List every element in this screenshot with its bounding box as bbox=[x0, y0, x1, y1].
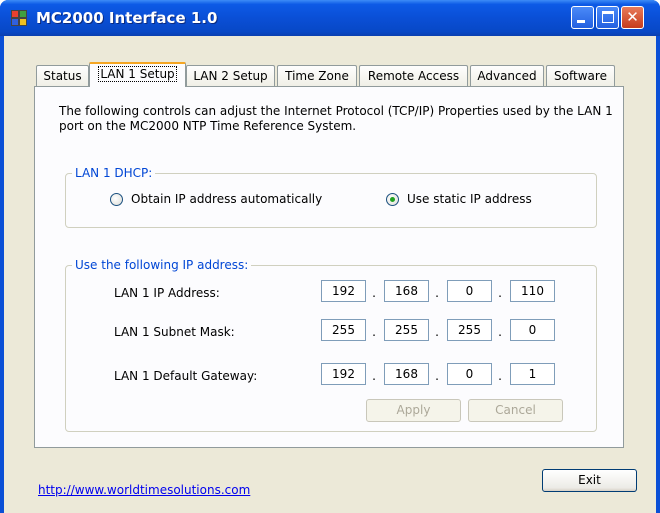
tab-status[interactable]: Status bbox=[36, 65, 89, 86]
static-ip-label: Use static IP address bbox=[407, 192, 532, 206]
ip-separator: . bbox=[372, 286, 376, 300]
ip-separator: . bbox=[498, 286, 502, 300]
ip-address-octet-4[interactable]: 110 bbox=[510, 280, 555, 302]
tab-label: LAN 1 Setup bbox=[98, 66, 177, 82]
ip-separator: . bbox=[372, 325, 376, 339]
ip-address-octet-2[interactable]: 168 bbox=[384, 280, 429, 302]
maximize-icon bbox=[602, 11, 614, 23]
dhcp-group-legend: LAN 1 DHCP: bbox=[72, 166, 156, 180]
tab-panel-lan1: The following controls can adjust the In… bbox=[34, 86, 624, 448]
static-ip-radio[interactable] bbox=[386, 192, 399, 206]
exit-button[interactable]: Exit bbox=[542, 469, 637, 492]
obtain-ip-radio[interactable] bbox=[110, 192, 123, 206]
title-bar[interactable]: MC2000 Interface 1.0 ✕ bbox=[0, 0, 660, 36]
ip-separator: . bbox=[498, 369, 502, 383]
ip-address-label: LAN 1 IP Address: bbox=[114, 286, 220, 300]
gateway-octet-1[interactable]: 192 bbox=[321, 363, 366, 385]
ip-address-octet-1[interactable]: 192 bbox=[321, 280, 366, 302]
ip-separator: . bbox=[498, 325, 502, 339]
ip-separator: . bbox=[435, 286, 439, 300]
app-window: MC2000 Interface 1.0 ✕ Status LAN 1 Setu… bbox=[0, 0, 660, 513]
tab-label: Time Zone bbox=[285, 69, 349, 83]
default-gateway-label: LAN 1 Default Gateway: bbox=[114, 369, 258, 383]
description-text: The following controls can adjust the In… bbox=[59, 104, 613, 133]
ip-separator: . bbox=[372, 369, 376, 383]
subnet-mask-octet-2[interactable]: 255 bbox=[384, 319, 429, 341]
cancel-button[interactable]: Cancel bbox=[468, 399, 563, 422]
dhcp-group: LAN 1 DHCP: Obtain IP address automatica… bbox=[65, 166, 597, 228]
website-link[interactable]: http://www.worldtimesolutions.com bbox=[38, 483, 250, 497]
tab-label: Advanced bbox=[477, 69, 537, 83]
gateway-octet-2[interactable]: 168 bbox=[384, 363, 429, 385]
ip-separator: . bbox=[435, 369, 439, 383]
tab-label: Remote Access bbox=[367, 69, 460, 83]
minimize-icon bbox=[577, 20, 585, 23]
ip-address-group: Use the following IP address: LAN 1 IP A… bbox=[65, 258, 597, 432]
ip-separator: . bbox=[435, 325, 439, 339]
ip-group-legend: Use the following IP address: bbox=[72, 258, 252, 272]
gateway-octet-4[interactable]: 1 bbox=[510, 363, 555, 385]
subnet-mask-octet-3[interactable]: 255 bbox=[447, 319, 492, 341]
close-icon: ✕ bbox=[626, 8, 639, 26]
minimize-button[interactable] bbox=[571, 6, 594, 29]
tab-remote-access[interactable]: Remote Access bbox=[359, 65, 468, 86]
window-title: MC2000 Interface 1.0 bbox=[36, 9, 218, 27]
close-button[interactable]: ✕ bbox=[621, 6, 644, 29]
tab-lan1-setup[interactable]: LAN 1 Setup bbox=[89, 62, 186, 87]
tab-advanced[interactable]: Advanced bbox=[470, 65, 544, 86]
tab-time-zone[interactable]: Time Zone bbox=[277, 65, 357, 86]
exit-label: Exit bbox=[578, 473, 601, 487]
subnet-mask-octet-4[interactable]: 0 bbox=[510, 319, 555, 341]
subnet-mask-octet-1[interactable]: 255 bbox=[321, 319, 366, 341]
obtain-ip-radio-option[interactable]: Obtain IP address automatically bbox=[110, 192, 322, 206]
tab-label: Software bbox=[554, 69, 607, 83]
gateway-octet-3[interactable]: 0 bbox=[447, 363, 492, 385]
tab-label: Status bbox=[43, 69, 82, 83]
app-icon bbox=[10, 9, 28, 27]
apply-button[interactable]: Apply bbox=[366, 399, 461, 422]
ip-address-octet-3[interactable]: 0 bbox=[447, 280, 492, 302]
client-area: Status LAN 1 Setup LAN 2 Setup Time Zone… bbox=[4, 36, 656, 513]
tab-lan2-setup[interactable]: LAN 2 Setup bbox=[186, 65, 275, 86]
subnet-mask-label: LAN 1 Subnet Mask: bbox=[114, 325, 235, 339]
static-ip-radio-option[interactable]: Use static IP address bbox=[386, 192, 532, 206]
maximize-button[interactable] bbox=[596, 6, 619, 29]
tab-label: LAN 2 Setup bbox=[193, 69, 268, 83]
tab-software[interactable]: Software bbox=[546, 65, 615, 86]
obtain-ip-label: Obtain IP address automatically bbox=[131, 192, 323, 206]
